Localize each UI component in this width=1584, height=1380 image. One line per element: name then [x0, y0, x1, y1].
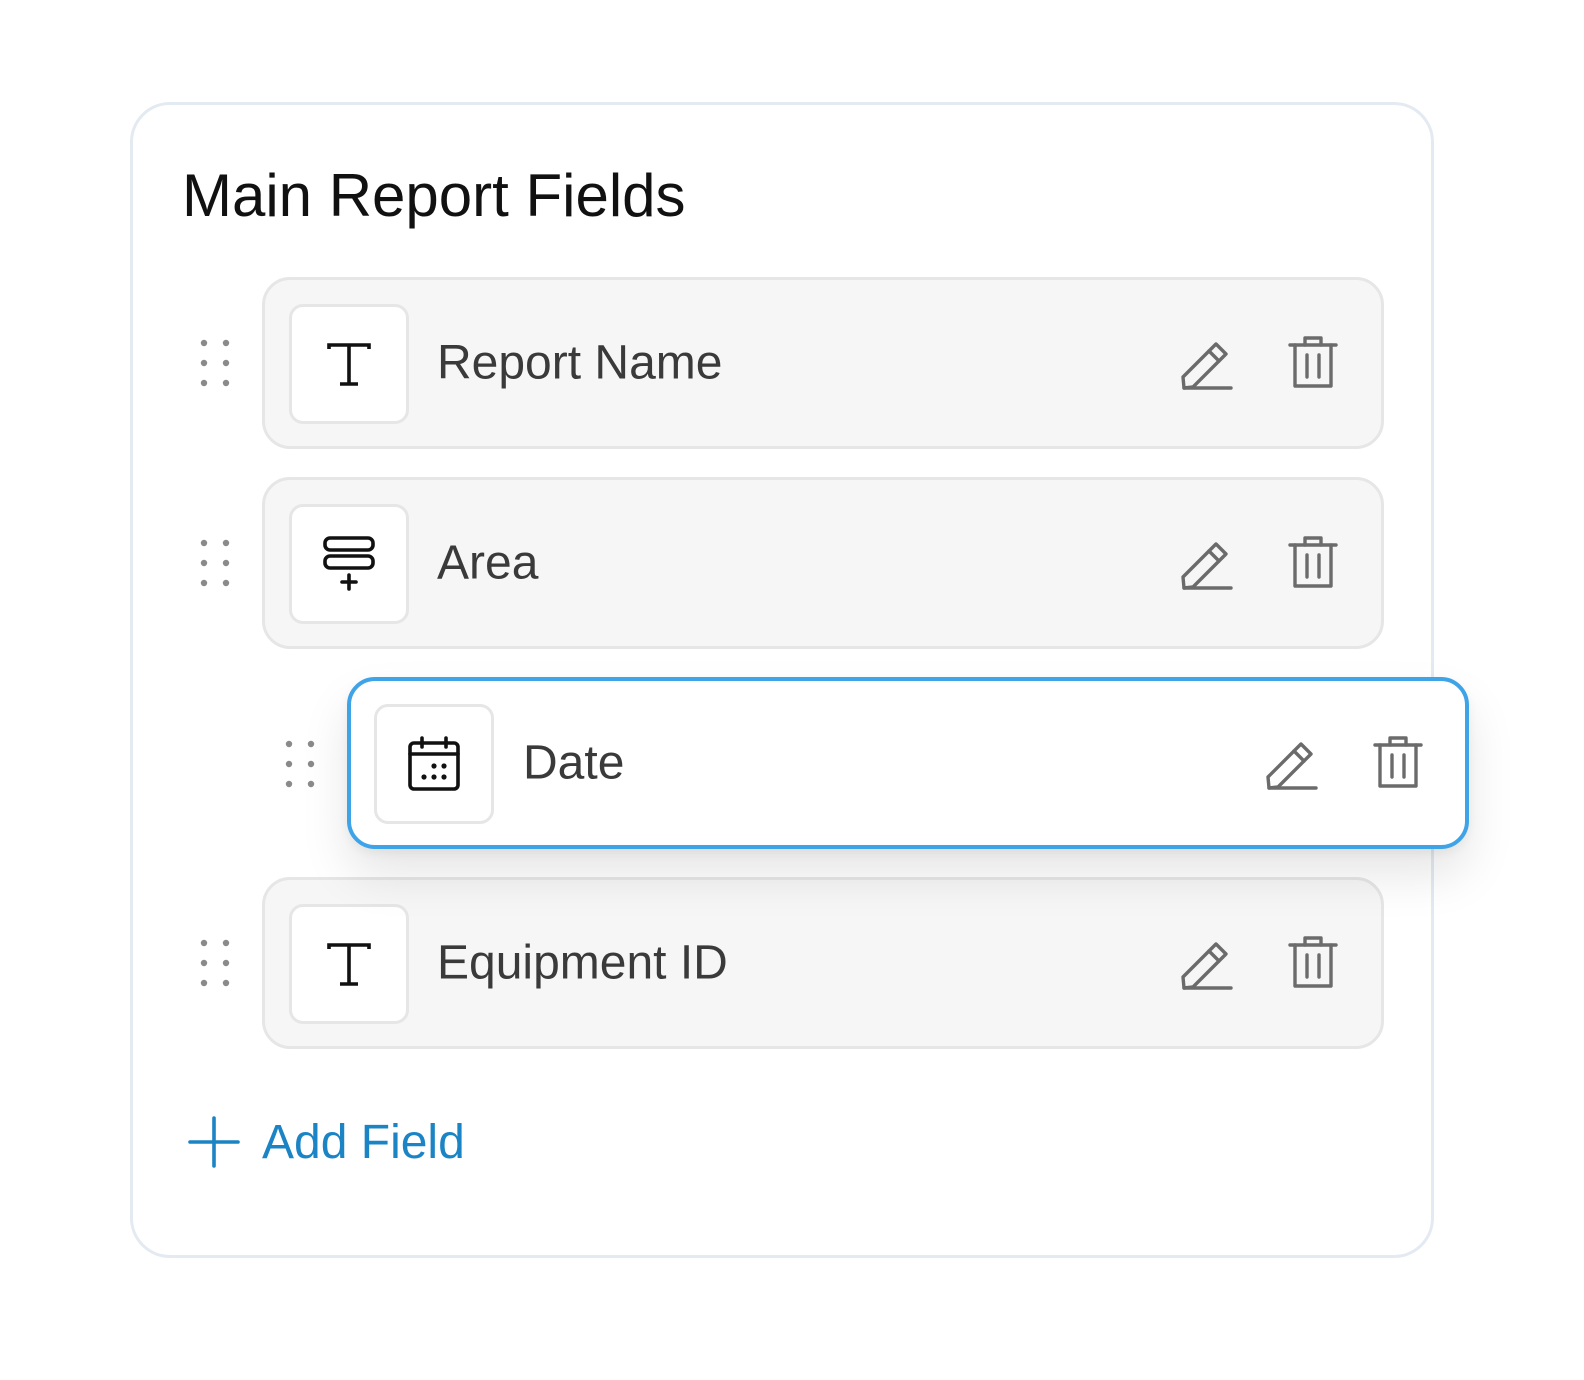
delete-button[interactable]	[1368, 733, 1428, 793]
edit-button[interactable]	[1262, 733, 1322, 793]
dropdown-list-icon	[323, 536, 375, 591]
add-field-button[interactable]: Add Field	[186, 1112, 465, 1172]
pencil-icon	[1266, 742, 1318, 790]
field-row-area[interactable]: Area	[262, 477, 1384, 649]
delete-button[interactable]	[1283, 533, 1343, 593]
drag-handle-icon[interactable]	[284, 739, 316, 789]
trash-icon	[1373, 736, 1423, 788]
add-field-label: Add Field	[262, 1115, 465, 1169]
delete-button[interactable]	[1283, 333, 1343, 393]
field-row-date[interactable]: Date	[347, 677, 1469, 849]
trash-icon	[1288, 336, 1338, 388]
field-type-box	[289, 504, 409, 624]
text-type-icon	[327, 943, 371, 986]
trash-icon	[1288, 536, 1338, 588]
drag-handle-icon[interactable]	[199, 538, 231, 588]
field-label: Equipment ID	[437, 936, 728, 990]
field-row-report-name[interactable]: Report Name	[262, 277, 1384, 449]
delete-button[interactable]	[1283, 933, 1343, 993]
card-title: Main Report Fields	[182, 162, 686, 229]
trash-icon	[1288, 936, 1338, 988]
field-label: Report Name	[437, 336, 723, 390]
pencil-icon	[1181, 342, 1233, 390]
field-label: Date	[523, 736, 625, 790]
drag-handle-icon[interactable]	[199, 338, 231, 388]
pencil-icon	[1181, 942, 1233, 990]
field-type-box	[289, 304, 409, 424]
plus-icon	[188, 1116, 240, 1168]
edit-button[interactable]	[1177, 533, 1237, 593]
field-type-box	[374, 704, 494, 824]
edit-button[interactable]	[1177, 933, 1237, 993]
field-label: Area	[437, 536, 539, 590]
edit-button[interactable]	[1177, 333, 1237, 393]
field-row-equipment-id[interactable]: Equipment ID	[262, 877, 1384, 1049]
pencil-icon	[1181, 542, 1233, 590]
field-type-box	[289, 904, 409, 1024]
drag-handle-icon[interactable]	[199, 938, 231, 988]
calendar-icon	[408, 736, 460, 791]
text-type-icon	[327, 343, 371, 386]
